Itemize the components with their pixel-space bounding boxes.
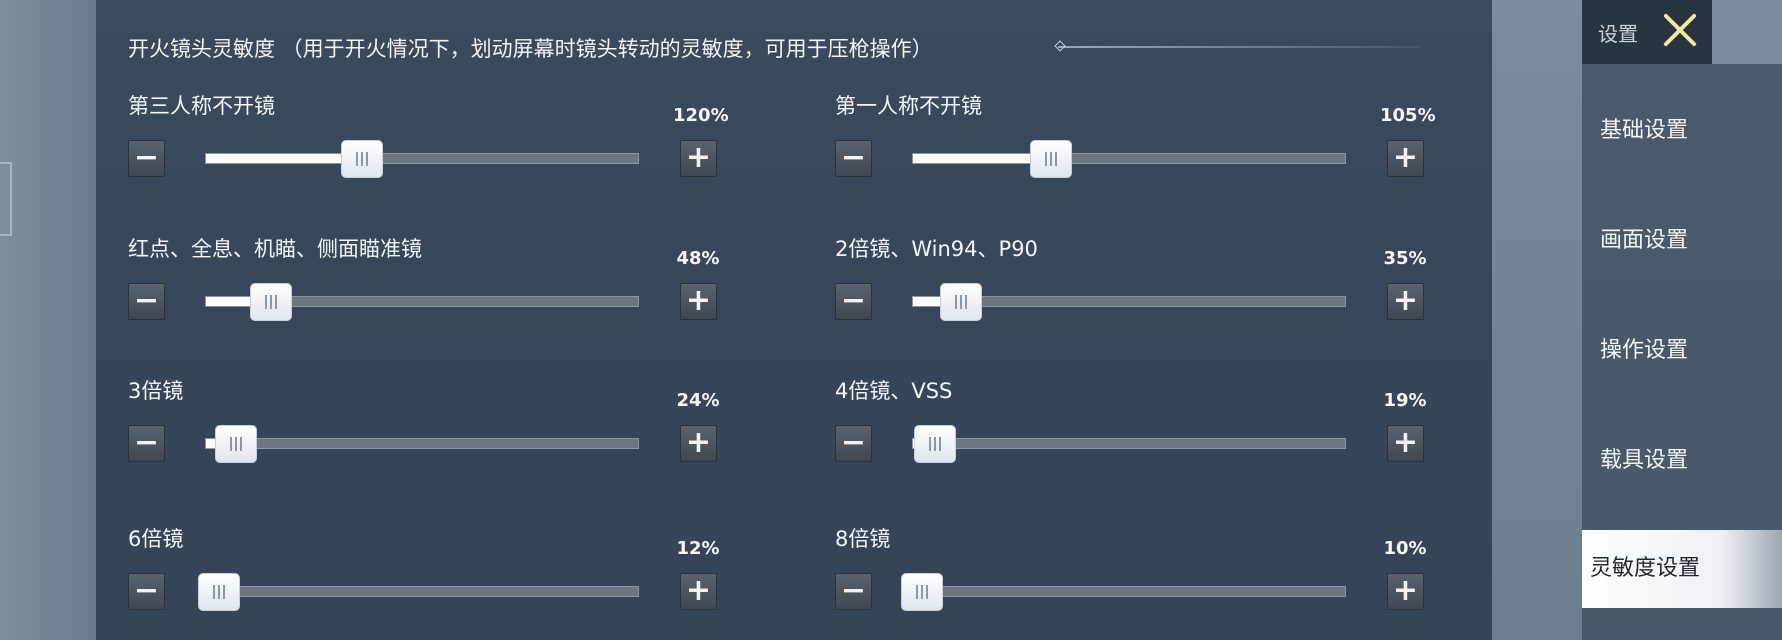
slider-thumb[interactable] <box>913 425 956 463</box>
slider-label: 红点、全息、机瞄、侧面瞄准镜 <box>128 237 422 261</box>
menu-item-controls[interactable]: 操作设置 <box>1582 312 1782 390</box>
decrease-button[interactable]: − <box>835 425 872 462</box>
close-icon[interactable] <box>1654 6 1706 54</box>
slider-thumb[interactable] <box>197 573 240 611</box>
slider-thumb[interactable] <box>215 425 258 463</box>
increase-button[interactable]: + <box>680 283 717 320</box>
slider-third-person-no-scope: 第三人称不开镜 120% − + <box>128 90 729 200</box>
slider-3x-scope: 3倍镜 24% − + <box>128 375 720 485</box>
section-title: 开火镜头灵敏度 （用于开火情况下，划动屏幕时镜头转动的灵敏度，可用于压枪操作） <box>128 37 933 61</box>
slider-track[interactable] <box>205 140 639 178</box>
slider-thumb[interactable] <box>1030 140 1073 178</box>
divider-line <box>1058 46 1420 48</box>
increase-button[interactable]: + <box>1387 140 1424 177</box>
slider-label: 4倍镜、VSS <box>835 379 953 403</box>
decrease-button[interactable]: − <box>128 425 165 462</box>
decrease-button[interactable]: − <box>835 140 872 177</box>
decrease-button[interactable]: − <box>128 140 165 177</box>
menu-header-title: 设置 <box>1598 22 1638 46</box>
slider-2x-scope: 2倍镜、Win94、P90 35% − + <box>835 233 1427 343</box>
increase-button[interactable]: + <box>1387 573 1424 610</box>
slider-track[interactable] <box>900 573 1346 611</box>
slider-value: 12% <box>676 538 720 559</box>
slider-value: 120% <box>673 105 729 126</box>
slider-track[interactable] <box>205 425 639 463</box>
slider-label: 3倍镜 <box>128 379 184 403</box>
slider-track[interactable] <box>197 573 639 611</box>
slider-thumb[interactable] <box>249 283 292 321</box>
slider-label: 6倍镜 <box>128 527 184 551</box>
slider-track[interactable] <box>205 283 639 321</box>
slider-value: 10% <box>1383 538 1427 559</box>
slider-value: 19% <box>1383 390 1427 411</box>
increase-button[interactable]: + <box>680 140 717 177</box>
slider-label: 第三人称不开镜 <box>128 94 275 118</box>
menu-item-basic[interactable]: 基础设置 <box>1582 92 1782 170</box>
slider-track[interactable] <box>912 425 1346 463</box>
decrease-button[interactable]: − <box>835 573 872 610</box>
decrease-button[interactable]: − <box>128 573 165 610</box>
slider-thumb[interactable] <box>340 140 383 178</box>
slider-value: 24% <box>676 390 720 411</box>
slider-label: 2倍镜、Win94、P90 <box>835 237 1038 261</box>
slider-thumb[interactable] <box>900 573 943 611</box>
increase-button[interactable]: + <box>680 573 717 610</box>
slider-4x-scope: 4倍镜、VSS 19% − + <box>835 375 1427 485</box>
menu-item-sensitivity[interactable]: 灵敏度设置 <box>1582 530 1782 608</box>
decrease-button[interactable]: − <box>128 283 165 320</box>
slider-track[interactable] <box>912 140 1346 178</box>
left-background <box>0 0 96 640</box>
increase-button[interactable]: + <box>1387 425 1424 462</box>
slider-value: 48% <box>676 248 720 269</box>
increase-button[interactable]: + <box>680 425 717 462</box>
slider-fill <box>206 154 362 163</box>
slider-8x-scope: 8倍镜 10% − + <box>835 523 1427 633</box>
increase-button[interactable]: + <box>1387 283 1424 320</box>
slider-label: 第一人称不开镜 <box>835 94 982 118</box>
menu-item-vehicle[interactable]: 载具设置 <box>1582 422 1782 500</box>
slider-first-person-no-scope: 第一人称不开镜 105% − + <box>835 90 1436 200</box>
decrease-button[interactable]: − <box>835 283 872 320</box>
slider-track[interactable] <box>912 283 1346 321</box>
menu-item-graphics[interactable]: 画面设置 <box>1582 202 1782 280</box>
slider-value: 35% <box>1383 248 1427 269</box>
slider-thumb[interactable] <box>939 283 982 321</box>
side-tab-icon[interactable] <box>0 162 12 236</box>
slider-value: 105% <box>1380 105 1436 126</box>
slider-red-dot-holo-iron: 红点、全息、机瞄、侧面瞄准镜 48% − + <box>128 233 720 343</box>
slider-label: 8倍镜 <box>835 527 891 551</box>
slider-6x-scope: 6倍镜 12% − + <box>128 523 720 633</box>
